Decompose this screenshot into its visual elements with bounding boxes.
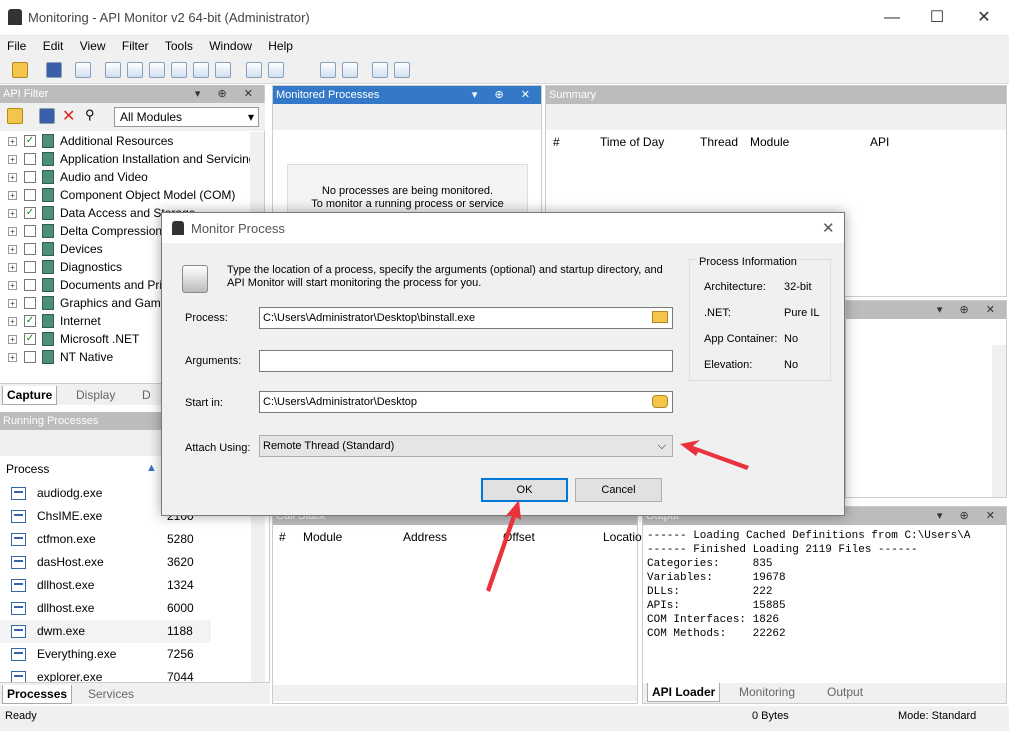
annotation-arrows (486, 440, 749, 592)
arrow-to-ok-icon (486, 500, 521, 592)
arrow-to-attach-icon (680, 440, 749, 470)
